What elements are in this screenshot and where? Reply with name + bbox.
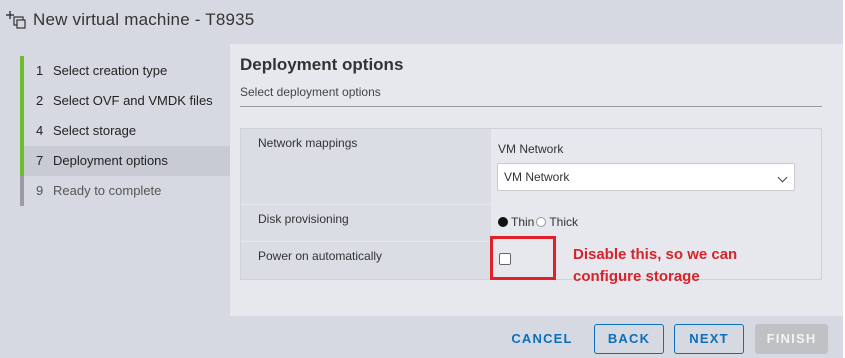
thick-radio[interactable] [536,217,547,227]
vm-network-label: VM Network [498,142,564,156]
power-on-label: Power on automatically [258,249,383,263]
step-deployment-options[interactable]: 7 Deployment options [20,146,230,176]
step-number: 1 [36,63,44,78]
annotation-highlight-box [490,236,556,280]
step-label: Select storage [53,123,137,138]
window-titlebar: New virtual machine - T8935 [0,0,845,44]
step-ready-to-complete[interactable]: 9 Ready to complete [20,176,230,206]
annotation-line-1: Disable this, so we can [573,246,738,263]
back-button[interactable]: BACK [594,324,664,354]
network-mappings-value: VM Network VM Network [491,129,821,204]
step-number: 9 [36,183,44,198]
annotation-line-2: configure storage [573,268,700,285]
window-title: New virtual machine - T8935 [33,10,255,29]
page-title: Deployment options [240,55,404,74]
annotation-text: Disable this, so we can configure storag… [573,244,773,288]
step-label: Select OVF and VMDK files [53,93,213,108]
divider [240,106,822,107]
network-mappings-row: Network mappings VM Network VM Network [241,129,821,205]
page-subtitle: Select deployment options [240,85,381,99]
chevron-down-icon [777,172,788,183]
disk-provisioning-radio-group: Thin Thick [498,215,580,229]
step-number: 4 [36,123,44,138]
step-label: Select creation type [53,63,168,78]
step-number: 2 [36,93,44,108]
wizard-footer: CANCEL BACK NEXT FINISH [0,316,845,358]
finish-button[interactable]: FINISH [755,324,828,354]
step-select-creation-type[interactable]: 1 Select creation type [20,56,230,86]
step-select-storage[interactable]: 4 Select storage [20,116,230,146]
step-number: 7 [36,153,44,168]
thin-radio[interactable] [498,217,508,227]
vm-network-selected-value: VM Network [504,170,570,184]
new-vm-icon [6,11,26,29]
disk-provisioning-label: Disk provisioning [258,212,349,226]
wizard-steps-sidebar: 1 Select creation type 2 Select OVF and VM… [0,44,230,316]
thin-radio-label[interactable]: Thin [511,215,534,229]
next-button[interactable]: NEXT [674,324,744,354]
step-label: Deployment options [53,153,168,168]
vm-network-select[interactable]: VM Network [497,163,795,191]
network-mappings-label: Network mappings [258,136,358,150]
step-label: Ready to complete [53,183,162,198]
thick-radio-label[interactable]: Thick [549,215,578,229]
step-select-ovf-vmdk-files[interactable]: 2 Select OVF and VMDK files [20,86,230,116]
cancel-button[interactable]: CANCEL [500,324,584,354]
